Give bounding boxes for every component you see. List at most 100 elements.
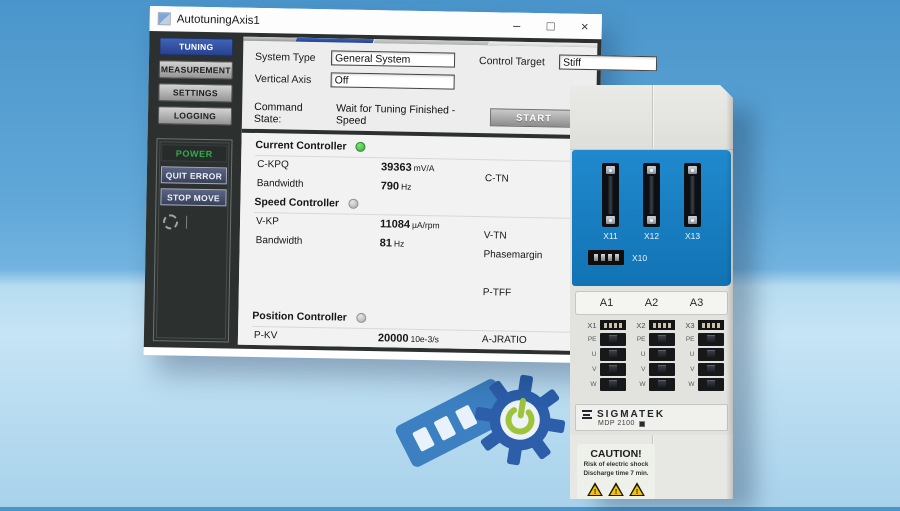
terminal-cell-icon (649, 348, 675, 361)
param-name: Bandwidth (254, 235, 364, 248)
caution-line: Risk of electric shock (580, 460, 652, 469)
command-state-label: Command State: (254, 101, 331, 126)
spinner-icon (163, 214, 178, 229)
param-value: 11084µA/rpm (364, 217, 482, 231)
model-number: MDP 2100 (598, 420, 635, 427)
terminal-cell-icon (600, 378, 626, 391)
power-status: POWER (161, 144, 227, 162)
stop-move-button[interactable]: STOP MOVE (160, 188, 226, 206)
minimize-button[interactable]: – (499, 12, 533, 38)
pin-label: PE (684, 336, 695, 343)
warning-triangle-icon: ! (608, 482, 624, 496)
pin-label: V (586, 366, 597, 373)
connector-screw-icon (688, 216, 697, 224)
param-value: 2000010e-3/s (362, 331, 480, 345)
spinner-row (160, 213, 226, 230)
pin-header-icon (649, 320, 675, 330)
port-label: X13 (685, 231, 700, 241)
port-x13: X13 (684, 163, 701, 241)
pin-label: V (635, 366, 646, 373)
connector-screw-icon (647, 166, 656, 174)
device-connector-panel: X11 X12 X13 (572, 150, 731, 286)
control-target-field[interactable] (559, 55, 657, 72)
group-label: A2 (645, 297, 658, 309)
app-frame: TUNING MEASUREMENT SETTINGS LOGGING POWE… (144, 31, 602, 355)
group-label: A3 (690, 297, 703, 309)
encoder-ports: X11 X12 X13 (572, 163, 731, 241)
start-button[interactable]: START (490, 108, 578, 128)
module-slot-icon (433, 415, 456, 441)
group-label: A1 (600, 297, 613, 309)
device-top-housing (570, 85, 733, 150)
pin-label: W (586, 381, 597, 388)
system-type-field[interactable] (331, 50, 455, 67)
param-value: 39363mV/A (365, 160, 483, 174)
quit-error-button[interactable]: QUIT ERROR (161, 166, 227, 184)
terminal-cell-icon (649, 363, 675, 376)
sidebar-item-tuning[interactable]: TUNING (159, 37, 233, 56)
connector-slit-icon (608, 176, 613, 214)
section-title: Position Controller (252, 310, 347, 324)
status-led-gray (348, 199, 358, 209)
port-x10: X10 (588, 250, 731, 265)
param-value: 81Hz (364, 236, 482, 250)
pin-header-icon (600, 320, 626, 330)
pin-label: PE (586, 336, 597, 343)
param-name: V-TN (482, 230, 578, 243)
axis-group-strip: A1 A2 A3 (575, 291, 728, 315)
results-grid: Current Controller C-KPQ 39363mV/A C-TN … (252, 136, 582, 351)
sidebar-item-logging[interactable]: LOGGING (158, 106, 232, 125)
warning-triangles: ! ! ! (580, 482, 652, 496)
maximize-button[interactable]: □ (533, 13, 567, 39)
pin-header-icon (698, 320, 724, 330)
connector-slit-icon (690, 176, 695, 214)
sigmatek-logo-icon (582, 410, 592, 419)
terminal-cell-icon (698, 333, 724, 346)
pin-label: U (635, 351, 646, 358)
system-type-label: System Type (255, 50, 331, 63)
port-x12: X12 (643, 163, 660, 241)
app-icon (158, 12, 171, 25)
connector-slot-icon (643, 163, 660, 227)
sidebar-item-settings[interactable]: SETTINGS (158, 83, 232, 102)
close-button[interactable]: × (567, 14, 601, 40)
terminal-column-x3: X3 PE U V W (684, 320, 726, 400)
terminal-column-x1: X1 PE U V W (586, 320, 628, 400)
terminal-label: X2 (635, 321, 646, 330)
section-title: Speed Controller (254, 196, 339, 210)
param-value: 790Hz (365, 179, 483, 193)
caution-title: CAUTION! (580, 448, 652, 460)
terminal-label: X1 (586, 321, 597, 330)
terminal-cell-icon (600, 333, 626, 346)
pin-label: U (684, 351, 695, 358)
module-slot-icon (412, 426, 435, 452)
model-row: MDP 2100 (598, 420, 721, 427)
vertical-axis-label: Vertical Axis (255, 72, 331, 85)
port-label: X10 (632, 253, 647, 263)
autotuning-window: AutotuningAxis1 – □ × TUNING MEASUREMENT… (144, 6, 602, 363)
servo-drive-module: X11 X12 X13 (570, 85, 733, 499)
command-state-row: Command State: Wait for Tuning Finished … (254, 101, 584, 131)
connector-slot-icon (602, 163, 619, 227)
port-x11: X11 (602, 163, 619, 241)
terminal-cell-icon (600, 363, 626, 376)
pin-label: V (684, 366, 695, 373)
pin-label: PE (635, 336, 646, 343)
control-target-label: Control Target (479, 55, 559, 68)
housing-seam (652, 85, 653, 149)
connector-screw-icon (606, 166, 615, 174)
results-panel: Current Controller C-KPQ 39363mV/A C-TN … (238, 129, 596, 351)
sidebar: TUNING MEASUREMENT SETTINGS LOGGING POWE… (148, 35, 240, 345)
param-name: A-JRATIO (480, 334, 576, 347)
sidebar-item-measurement[interactable]: MEASUREMENT (159, 60, 233, 79)
terminal-label: X3 (684, 321, 695, 330)
terminal-cell-icon (698, 363, 724, 376)
caution-line: Discharge time 7 min. (580, 469, 652, 478)
warning-triangle-icon: ! (587, 482, 603, 496)
form-area: System Type Control Target Vertical Axis… (242, 41, 598, 135)
vertical-axis-field[interactable] (331, 72, 455, 89)
param-name: C-KPQ (255, 159, 365, 172)
pin-label: U (586, 351, 597, 358)
gear-power-icon (467, 367, 572, 472)
device-bottom-housing: CAUTION! Risk of electric shock Discharg… (570, 435, 733, 507)
